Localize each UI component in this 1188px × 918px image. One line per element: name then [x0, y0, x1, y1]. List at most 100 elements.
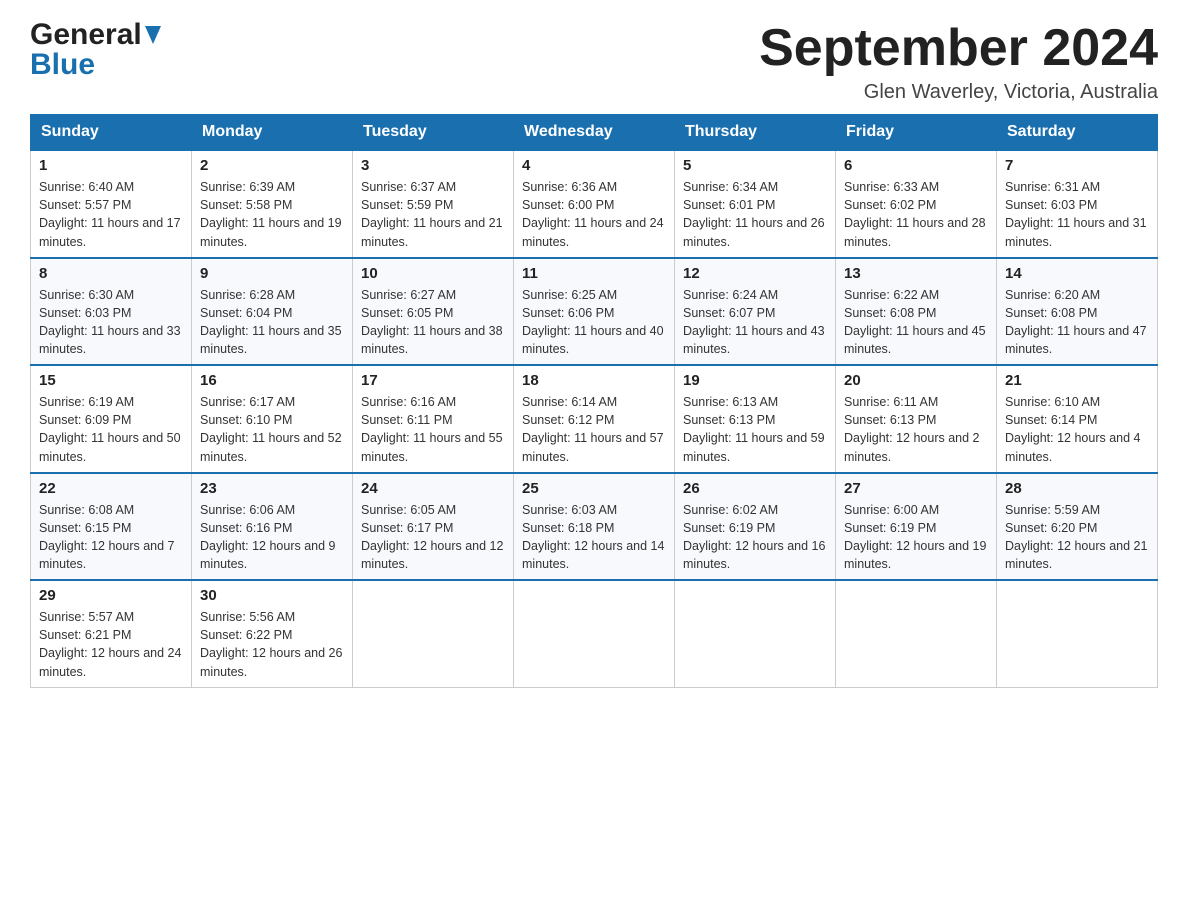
cell-day-number: 24: [361, 480, 505, 497]
cell-sun-info: Sunrise: 6:28 AMSunset: 6:04 PMDaylight:…: [200, 286, 344, 359]
cell-sun-info: Sunrise: 6:16 AMSunset: 6:11 PMDaylight:…: [361, 393, 505, 466]
table-row: 17 Sunrise: 6:16 AMSunset: 6:11 PMDayligh…: [353, 365, 514, 473]
logo: General Blue: [30, 20, 161, 80]
cell-day-number: 21: [1005, 372, 1149, 389]
cell-day-number: 16: [200, 372, 344, 389]
cell-sun-info: Sunrise: 6:08 AMSunset: 6:15 PMDaylight:…: [39, 501, 183, 574]
month-title: September 2024: [759, 20, 1158, 77]
table-row: 27 Sunrise: 6:00 AMSunset: 6:19 PMDayligh…: [836, 473, 997, 581]
cell-day-number: 17: [361, 372, 505, 389]
table-row: 30 Sunrise: 5:56 AMSunset: 6:22 PMDayligh…: [192, 580, 353, 687]
calendar-week-row: 1 Sunrise: 6:40 AMSunset: 5:57 PMDaylight…: [31, 150, 1158, 258]
cell-sun-info: Sunrise: 6:05 AMSunset: 6:17 PMDaylight:…: [361, 501, 505, 574]
table-row: [675, 580, 836, 687]
cell-sun-info: Sunrise: 6:02 AMSunset: 6:19 PMDaylight:…: [683, 501, 827, 574]
table-row: 10 Sunrise: 6:27 AMSunset: 6:05 PMDayligh…: [353, 258, 514, 366]
col-thursday: Thursday: [675, 115, 836, 151]
cell-sun-info: Sunrise: 6:37 AMSunset: 5:59 PMDaylight:…: [361, 178, 505, 251]
cell-day-number: 4: [522, 157, 666, 174]
calendar-week-row: 15Sunrise: 6:19 AMSunset: 6:09 PMDayligh…: [31, 365, 1158, 473]
cell-day-number: 9: [200, 265, 344, 282]
cell-sun-info: Sunrise: 6:27 AMSunset: 6:05 PMDaylight:…: [361, 286, 505, 359]
table-row: 11Sunrise: 6:25 AMSunset: 6:06 PMDayligh…: [514, 258, 675, 366]
cell-day-number: 14: [1005, 265, 1149, 282]
table-row: 4 Sunrise: 6:36 AMSunset: 6:00 PMDaylight…: [514, 150, 675, 258]
table-row: 9 Sunrise: 6:28 AMSunset: 6:04 PMDaylight…: [192, 258, 353, 366]
logo-blue-text: Blue: [30, 48, 95, 81]
cell-sun-info: Sunrise: 5:56 AMSunset: 6:22 PMDaylight:…: [200, 608, 344, 681]
table-row: [997, 580, 1158, 687]
cell-sun-info: Sunrise: 6:22 AMSunset: 6:08 PMDaylight:…: [844, 286, 988, 359]
col-monday: Monday: [192, 115, 353, 151]
col-wednesday: Wednesday: [514, 115, 675, 151]
cell-day-number: 6: [844, 157, 988, 174]
cell-day-number: 30: [200, 587, 344, 604]
cell-sun-info: Sunrise: 6:13 AMSunset: 6:13 PMDaylight:…: [683, 393, 827, 466]
calendar-week-row: 22 Sunrise: 6:08 AMSunset: 6:15 PMDayligh…: [31, 473, 1158, 581]
cell-day-number: 19: [683, 372, 827, 389]
cell-day-number: 5: [683, 157, 827, 174]
cell-sun-info: Sunrise: 6:20 AMSunset: 6:08 PMDaylight:…: [1005, 286, 1149, 359]
cell-day-number: 13: [844, 265, 988, 282]
cell-sun-info: Sunrise: 5:57 AMSunset: 6:21 PMDaylight:…: [39, 608, 183, 681]
table-row: 1 Sunrise: 6:40 AMSunset: 5:57 PMDaylight…: [31, 150, 192, 258]
table-row: 21 Sunrise: 6:10 AMSunset: 6:14 PMDayligh…: [997, 365, 1158, 473]
cell-day-number: 8: [39, 265, 183, 282]
col-friday: Friday: [836, 115, 997, 151]
table-row: 24 Sunrise: 6:05 AMSunset: 6:17 PMDayligh…: [353, 473, 514, 581]
cell-day-number: 29: [39, 587, 183, 604]
cell-sun-info: Sunrise: 6:03 AMSunset: 6:18 PMDaylight:…: [522, 501, 666, 574]
location-title: Glen Waverley, Victoria, Australia: [759, 81, 1158, 104]
table-row: 14 Sunrise: 6:20 AMSunset: 6:08 PMDayligh…: [997, 258, 1158, 366]
calendar-week-row: 29 Sunrise: 5:57 AMSunset: 6:21 PMDayligh…: [31, 580, 1158, 687]
cell-day-number: 27: [844, 480, 988, 497]
table-row: 22 Sunrise: 6:08 AMSunset: 6:15 PMDayligh…: [31, 473, 192, 581]
cell-day-number: 12: [683, 265, 827, 282]
cell-day-number: 7: [1005, 157, 1149, 174]
table-row: 13 Sunrise: 6:22 AMSunset: 6:08 PMDayligh…: [836, 258, 997, 366]
table-row: [514, 580, 675, 687]
cell-sun-info: Sunrise: 6:10 AMSunset: 6:14 PMDaylight:…: [1005, 393, 1149, 466]
col-tuesday: Tuesday: [353, 115, 514, 151]
table-row: 8 Sunrise: 6:30 AMSunset: 6:03 PMDaylight…: [31, 258, 192, 366]
cell-sun-info: Sunrise: 6:11 AMSunset: 6:13 PMDaylight:…: [844, 393, 988, 466]
cell-sun-info: Sunrise: 6:40 AMSunset: 5:57 PMDaylight:…: [39, 178, 183, 251]
cell-sun-info: Sunrise: 6:30 AMSunset: 6:03 PMDaylight:…: [39, 286, 183, 359]
cell-day-number: 22: [39, 480, 183, 497]
table-row: 2Sunrise: 6:39 AMSunset: 5:58 PMDaylight…: [192, 150, 353, 258]
cell-day-number: 3: [361, 157, 505, 174]
cell-day-number: 2: [200, 157, 344, 174]
cell-day-number: 20: [844, 372, 988, 389]
table-row: [836, 580, 997, 687]
table-row: 28 Sunrise: 5:59 AMSunset: 6:20 PMDayligh…: [997, 473, 1158, 581]
cell-day-number: 23: [200, 480, 344, 497]
col-saturday: Saturday: [997, 115, 1158, 151]
cell-sun-info: Sunrise: 6:34 AMSunset: 6:01 PMDaylight:…: [683, 178, 827, 251]
logo-triangle-icon: [145, 26, 161, 48]
page-header: General Blue September 2024 Glen Waverle…: [30, 20, 1158, 104]
table-row: 19 Sunrise: 6:13 AMSunset: 6:13 PMDayligh…: [675, 365, 836, 473]
cell-sun-info: Sunrise: 6:00 AMSunset: 6:19 PMDaylight:…: [844, 501, 988, 574]
table-row: 16 Sunrise: 6:17 AMSunset: 6:10 PMDayligh…: [192, 365, 353, 473]
table-row: 7 Sunrise: 6:31 AMSunset: 6:03 PMDaylight…: [997, 150, 1158, 258]
cell-sun-info: Sunrise: 6:33 AMSunset: 6:02 PMDaylight:…: [844, 178, 988, 251]
cell-sun-info: Sunrise: 6:36 AMSunset: 6:00 PMDaylight:…: [522, 178, 666, 251]
table-row: 29 Sunrise: 5:57 AMSunset: 6:21 PMDayligh…: [31, 580, 192, 687]
calendar-week-row: 8 Sunrise: 6:30 AMSunset: 6:03 PMDaylight…: [31, 258, 1158, 366]
cell-day-number: 28: [1005, 480, 1149, 497]
table-row: 6 Sunrise: 6:33 AMSunset: 6:02 PMDaylight…: [836, 150, 997, 258]
table-row: 25Sunrise: 6:03 AMSunset: 6:18 PMDayligh…: [514, 473, 675, 581]
cell-day-number: 10: [361, 265, 505, 282]
cell-day-number: 1: [39, 157, 183, 174]
cell-sun-info: Sunrise: 6:25 AMSunset: 6:06 PMDaylight:…: [522, 286, 666, 359]
cell-sun-info: Sunrise: 5:59 AMSunset: 6:20 PMDaylight:…: [1005, 501, 1149, 574]
table-row: [353, 580, 514, 687]
table-row: 15Sunrise: 6:19 AMSunset: 6:09 PMDayligh…: [31, 365, 192, 473]
cell-day-number: 26: [683, 480, 827, 497]
title-block: September 2024 Glen Waverley, Victoria, …: [759, 20, 1158, 104]
cell-sun-info: Sunrise: 6:17 AMSunset: 6:10 PMDaylight:…: [200, 393, 344, 466]
cell-sun-info: Sunrise: 6:31 AMSunset: 6:03 PMDaylight:…: [1005, 178, 1149, 251]
table-row: 26 Sunrise: 6:02 AMSunset: 6:19 PMDayligh…: [675, 473, 836, 581]
cell-sun-info: Sunrise: 6:14 AMSunset: 6:12 PMDaylight:…: [522, 393, 666, 466]
cell-day-number: 15: [39, 372, 183, 389]
